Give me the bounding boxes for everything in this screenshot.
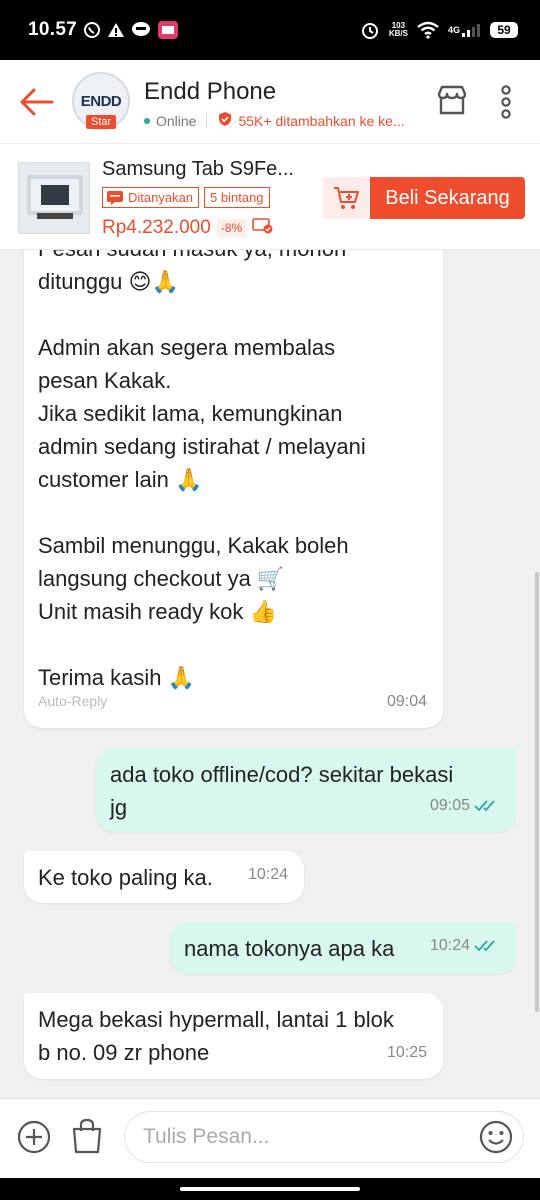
message-outgoing: ada toko offline/cod? sekitar bekasi jg … <box>96 748 516 832</box>
emoji-button[interactable] <box>478 1119 514 1155</box>
shop-name[interactable]: Endd Phone <box>144 78 276 106</box>
shop-app-icon <box>157 20 179 40</box>
cart-plus-icon <box>334 187 359 209</box>
network-speed: 103 KB/S <box>388 21 408 38</box>
online-status: Online <box>156 112 197 129</box>
message-incoming: Pesan sudah masuk ya, mohon ditunggu 😊🙏 … <box>24 250 443 728</box>
buy-now-button[interactable]: Beli Sekarang <box>370 177 525 219</box>
message-outgoing: nama tokonya apa ka 10:24 <box>170 922 516 974</box>
signal-icon: 4G <box>448 22 481 38</box>
voucher-icon <box>252 216 274 239</box>
shop-button[interactable] <box>434 82 470 118</box>
product-image <box>18 162 90 234</box>
shop-status-line: Online 55K+ ditambahkan ke ke... <box>144 111 416 130</box>
follower-count: 55K+ ditambahkan ke ke... <box>238 112 405 129</box>
back-button[interactable] <box>16 82 56 122</box>
message-meta: 10:24 <box>430 929 500 962</box>
warning-icon <box>107 21 125 39</box>
auto-reply-label: Auto-Reply <box>38 693 108 709</box>
alarm-icon <box>360 20 380 40</box>
online-dot-icon <box>144 117 150 124</box>
add-to-cart-button[interactable] <box>323 177 369 219</box>
message-incoming: Mega bekasi hypermall, lantai 1 blok b n… <box>24 993 443 1079</box>
product-price-row: Rp4.232.000 -8% <box>102 216 274 239</box>
product-picker-button[interactable] <box>70 1117 104 1155</box>
whatsapp-icon <box>83 21 101 39</box>
arrow-left-icon <box>20 88 54 116</box>
more-vertical-icon <box>501 85 511 119</box>
shop-logo: ENDD <box>80 92 122 110</box>
double-check-icon <box>474 939 495 951</box>
divider <box>206 113 208 128</box>
chat-messages[interactable]: Pesan sudah masuk ya, mohon ditunggu 😊🙏 … <box>0 250 540 1098</box>
message-meta: 09:05 <box>430 789 500 822</box>
product-card[interactable]: Samsung Tab S9Fe... Ditanyakan 5 bintang… <box>0 144 540 250</box>
store-icon <box>437 85 467 115</box>
system-nav-bar <box>0 1178 540 1200</box>
message-text: Mega bekasi hypermall, lantai 1 blok b n… <box>38 1007 394 1065</box>
status-bar: 10.57 103 KB/S 4G 59 <box>0 0 540 60</box>
more-options-button[interactable] <box>494 82 518 122</box>
message-input[interactable]: Tulis Pesan... <box>124 1111 524 1163</box>
product-tags: Ditanyakan 5 bintang <box>102 187 270 208</box>
product-price: Rp4.232.000 <box>102 216 211 238</box>
scrollbar[interactable] <box>535 572 539 1012</box>
shield-check-icon <box>217 111 233 130</box>
double-check-icon <box>474 799 495 811</box>
message-incoming: Ke toko paling ka. 10:24 <box>24 851 304 903</box>
tag-rating: 5 bintang <box>204 187 270 208</box>
home-indicator[interactable] <box>180 1187 360 1191</box>
wifi-icon <box>417 21 439 39</box>
star-badge: Star <box>86 115 117 129</box>
message-time: 10:24 <box>247 866 288 883</box>
discount-badge: -8% <box>216 218 247 237</box>
smiley-icon <box>479 1120 513 1154</box>
plus-circle-icon <box>17 1120 51 1154</box>
message-placeholder: Tulis Pesan... <box>143 1125 270 1148</box>
chat-header: ENDD Star Endd Phone Online 55K+ ditamba… <box>0 60 540 144</box>
product-name: Samsung Tab S9Fe... <box>102 158 294 180</box>
line-icon <box>131 21 151 39</box>
battery-indicator: 59 <box>490 22 518 38</box>
shopping-bag-icon <box>72 1118 102 1154</box>
message-composer: Tulis Pesan... <box>0 1098 540 1178</box>
attach-button[interactable] <box>16 1119 52 1155</box>
chat-bubble-icon <box>107 190 123 205</box>
tag-asked: Ditanyakan <box>102 187 200 208</box>
message-time: 09:04 <box>386 693 427 710</box>
message-text: Pesan sudah masuk ya, mohon ditunggu 😊🙏 … <box>38 250 366 690</box>
message-time: 10:25 <box>386 1044 427 1061</box>
status-time: 10.57 <box>28 19 78 40</box>
